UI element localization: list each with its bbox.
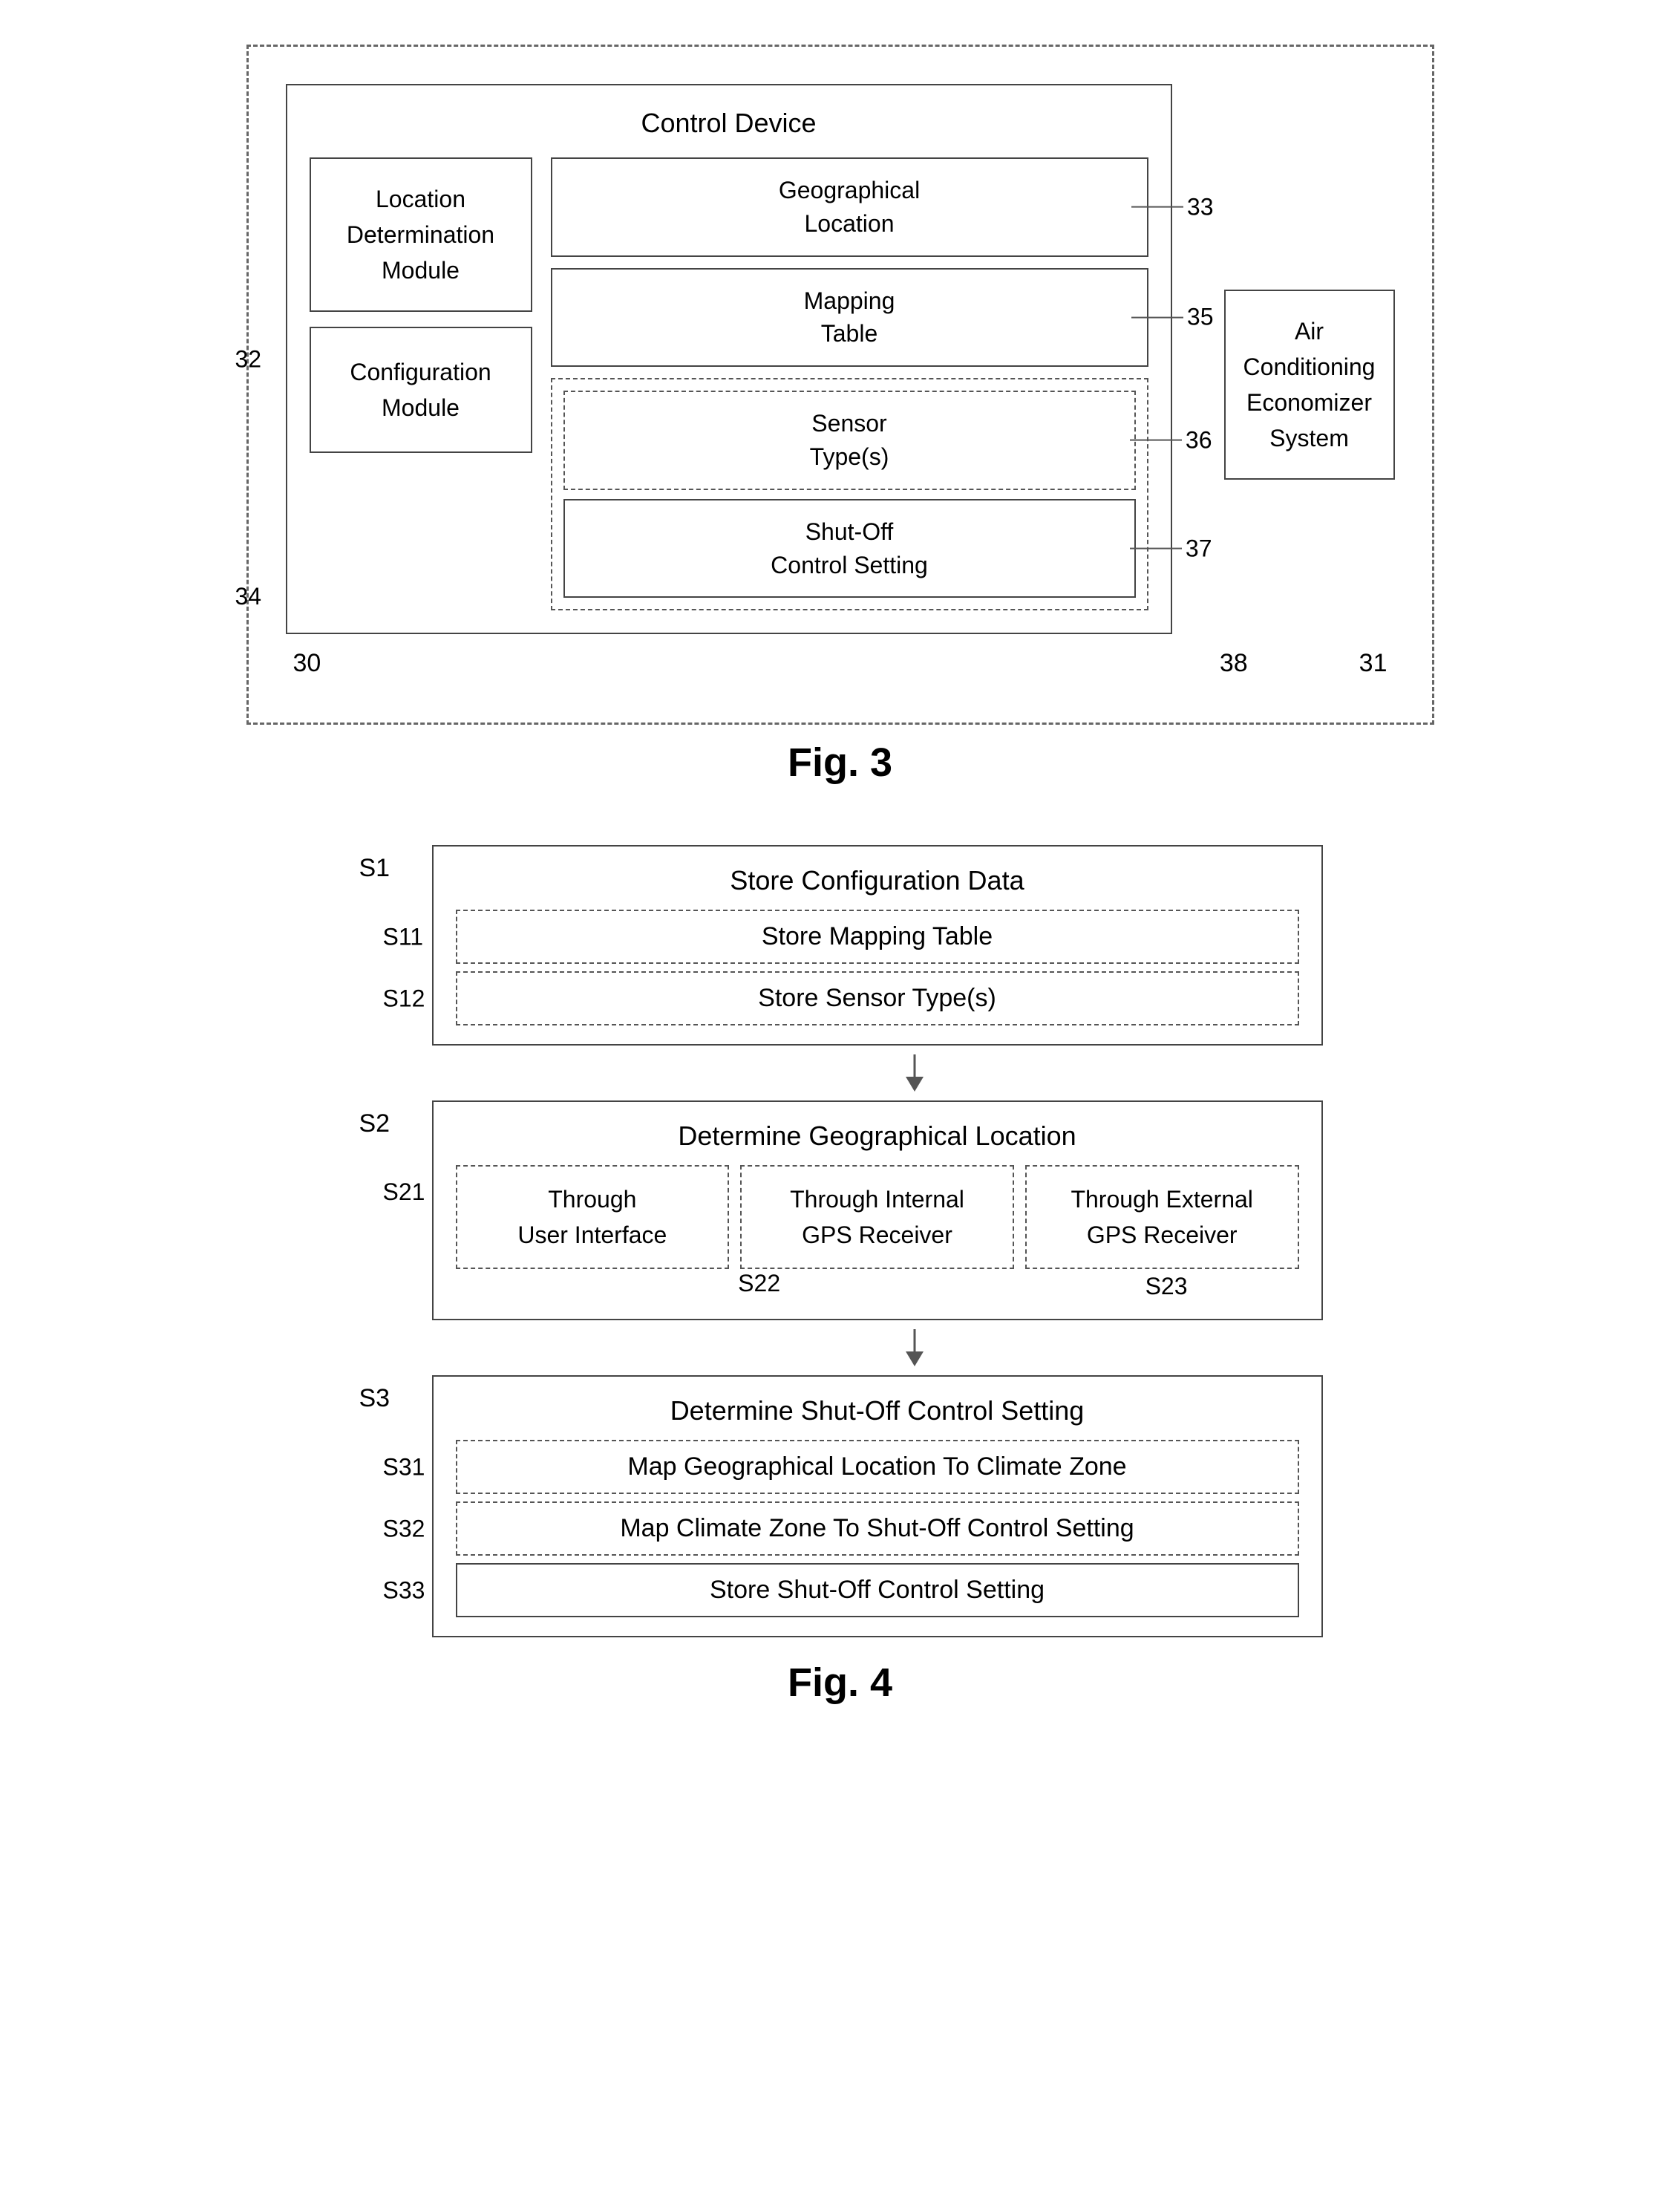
s23-label: S23 [1145,1273,1188,1300]
ref-38-label: 38 [1220,649,1248,678]
arrow-2 [432,1320,1397,1375]
fig4-diagram: Store Configuration Data Store Mapping T… [358,845,1323,1637]
s32-box: Map Climate Zone To Shut-Off Control Set… [456,1501,1299,1556]
fig3-wrapper: Control Device Location Determination Mo… [246,45,1434,725]
s22-label: S22 [738,1265,780,1301]
geographical-location-box: Geographical Location 33 [551,157,1148,257]
s33-label: S33 [383,1576,425,1604]
dashed-group: Sensor Type(s) 36 Shut-Off Control Setti… [551,378,1148,610]
fig3-outer-boundary: Control Device Location Determination Mo… [246,45,1434,725]
s33-box: Store Shut-Off Control Setting S33 [456,1563,1299,1617]
s3-title: Determine Shut-Off Control Setting [456,1395,1299,1426]
fig3-modules-col: Location Determination Module Configurat… [310,157,532,610]
s1-title: Store Configuration Data [456,865,1299,896]
s3-label: S3 [359,1384,390,1413]
fig3-container: Control Device Location Determination Mo… [172,45,1509,786]
s31-box: Map Geographical Location To Climate Zon… [456,1440,1299,1494]
s3-outer: Determine Shut-Off Control Setting Map G… [432,1375,1323,1637]
arrow-down-icon-2 [900,1329,929,1366]
ref-33: 33 [1187,190,1214,224]
ref-31-label: 31 [1359,649,1388,678]
s2-block: Determine Geographical Location Through … [358,1100,1323,1320]
ref-35: 35 [1187,301,1214,334]
ace-system-box: Air Conditioning Economizer System [1224,290,1395,480]
s2-label: S2 [359,1109,390,1138]
fig4-container: Store Configuration Data Store Mapping T… [172,845,1509,1706]
control-device-box: Control Device Location Determination Mo… [286,84,1172,634]
s23-label-area: S23 [456,1273,1299,1300]
s23-box: Through External GPS Receiver [1025,1165,1299,1269]
ref-32-label: 32 [235,345,262,373]
fig4-caption: Fig. 4 [788,1660,892,1706]
s11-label: S11 [383,923,424,950]
s21-box: Through User Interface S21 [456,1165,730,1269]
s1-outer: Store Configuration Data Store Mapping T… [432,845,1323,1046]
s3-block: Determine Shut-Off Control Setting Map G… [358,1375,1323,1637]
s11-box: Store Mapping Table S11 [456,910,1299,964]
fig3-bottom-labels: 30 38 31 [286,649,1395,678]
arrow-1 [432,1046,1397,1100]
fig3-main-row: Location Determination Module Configurat… [310,157,1148,610]
control-device-title: Control Device [310,108,1148,139]
s21-label: S21 [383,1174,425,1210]
ref-30-label: 30 [293,649,321,678]
s1-label: S1 [359,854,390,883]
shutoff-control-setting-box: Shut-Off Control Setting 37 [563,499,1136,599]
s1-block: Store Configuration Data Store Mapping T… [358,845,1323,1046]
s2-outer: Determine Geographical Location Through … [432,1100,1323,1320]
s31-label: S31 [383,1453,425,1481]
ref-34-label: 34 [235,583,262,610]
arrow-down-icon [900,1054,929,1092]
s22-box: Through Internal GPS Receiver S22 [740,1165,1014,1269]
location-determination-module: Location Determination Module [310,157,532,312]
fig3-data-col: Geographical Location 33 Mapping Table [551,157,1148,610]
s12-label: S12 [383,985,425,1012]
sensor-types-box: Sensor Type(s) 36 [563,391,1136,490]
configuration-module: Configuration Module [310,327,532,453]
s32-label: S32 [383,1515,425,1542]
page-container: Control Device Location Determination Mo… [172,45,1509,1706]
ref-37: 37 [1186,532,1212,565]
mapping-table-box: Mapping Table 35 [551,268,1148,368]
fig3-caption: Fig. 3 [788,740,892,786]
s2-three-cols: Through User Interface S21 Through Inter… [456,1165,1299,1269]
ref-36: 36 [1186,424,1212,457]
s2-title: Determine Geographical Location [456,1121,1299,1152]
s12-box: Store Sensor Type(s) S12 [456,971,1299,1025]
